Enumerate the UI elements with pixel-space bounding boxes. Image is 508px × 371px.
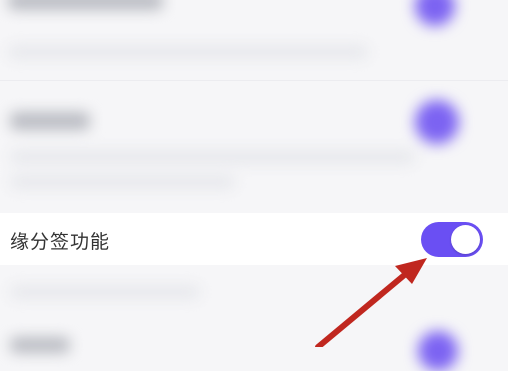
red-arrow-icon	[315, 258, 427, 347]
